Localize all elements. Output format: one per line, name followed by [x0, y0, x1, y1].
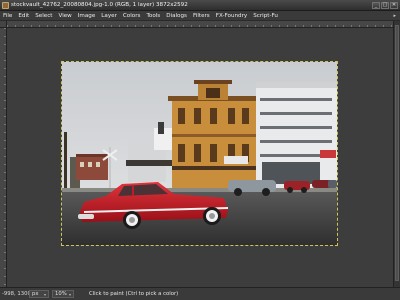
menu-colors[interactable]: Colors [120, 13, 144, 19]
chevron-down-icon: ▾ [43, 291, 46, 297]
horizontal-ruler[interactable] [7, 21, 393, 28]
status-bar: -998, 1300 px ▾ 10% ▾ Click to paint (Ct… [0, 287, 400, 300]
window-title: stockvault_42762_20080804.jpg-1.0 (RGB, … [11, 2, 188, 8]
zoom-value: 10% [55, 291, 67, 297]
menu-edit[interactable]: Edit [15, 13, 32, 19]
status-message: Click to paint (Ctrl to pick a color) [89, 291, 179, 297]
maximize-button[interactable]: □ [381, 1, 389, 9]
zoom-selector[interactable]: 10% ▾ [52, 290, 74, 298]
low-brick-building [76, 154, 108, 180]
menu-image[interactable]: Image [75, 13, 99, 19]
menu-dialogs[interactable]: Dialogs [163, 13, 190, 19]
menu-filters[interactable]: Filters [190, 13, 213, 19]
unit-selector[interactable]: px ▾ [29, 290, 49, 298]
pointer-coordinates: -998, 1300 [2, 291, 31, 297]
close-button[interactable]: ✕ [390, 1, 398, 9]
scrollbar-thumb[interactable] [395, 25, 399, 281]
photo-street-scene[interactable] [62, 62, 337, 245]
chevron-down-icon: ▾ [68, 291, 71, 297]
modern-office-building [256, 82, 337, 190]
menu-layer[interactable]: Layer [98, 13, 120, 19]
menu-view[interactable]: View [55, 13, 74, 19]
vertical-scrollbar[interactable] [393, 21, 400, 287]
window-controls: _ □ ✕ [372, 1, 398, 9]
title-bar: stockvault_42762_20080804.jpg-1.0 (RGB, … [0, 0, 400, 11]
menu-tools[interactable]: Tools [143, 13, 163, 19]
historic-brick-building [168, 80, 260, 192]
minimize-button[interactable]: _ [372, 1, 380, 9]
menu-select[interactable]: Select [32, 13, 55, 19]
quick-mask-corner[interactable] [0, 21, 7, 28]
menu-fx-foundry[interactable]: FX-Foundry [213, 13, 250, 19]
image-canvas[interactable] [61, 61, 338, 246]
image-window-icon [2, 1, 9, 9]
menu-bar: File Edit Select View Image Layer Colors… [0, 11, 400, 21]
unit-value: px [32, 291, 39, 297]
vertical-ruler[interactable] [0, 28, 7, 287]
menu-file[interactable]: File [0, 13, 15, 19]
menu-overflow-arrow-icon[interactable]: ▸ [393, 13, 396, 19]
menu-script-fu[interactable]: Script-Fu [250, 13, 281, 19]
